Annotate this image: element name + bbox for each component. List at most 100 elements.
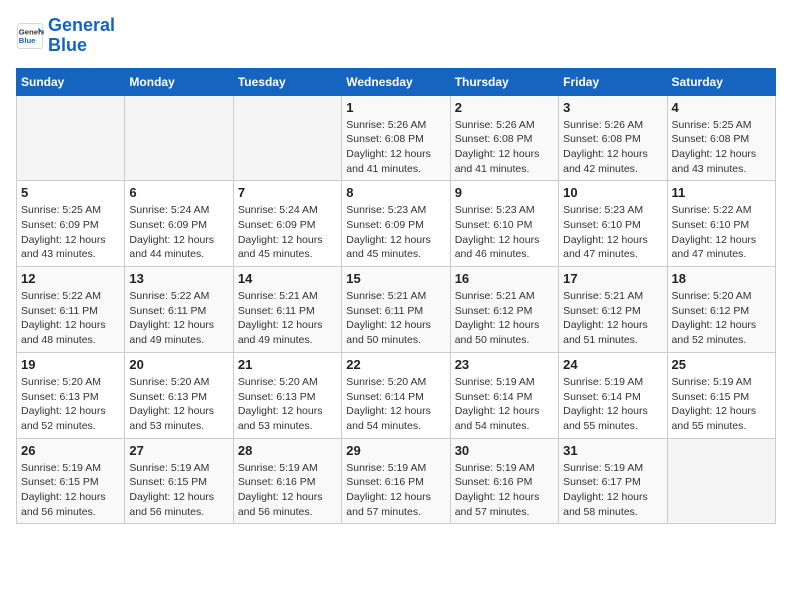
day-info: Sunrise: 5:19 AM Sunset: 6:16 PM Dayligh… <box>238 461 337 520</box>
day-info: Sunrise: 5:23 AM Sunset: 6:10 PM Dayligh… <box>563 203 662 262</box>
day-number: 25 <box>672 357 771 372</box>
day-info: Sunrise: 5:19 AM Sunset: 6:17 PM Dayligh… <box>563 461 662 520</box>
calendar-cell: 4 Sunrise: 5:25 AM Sunset: 6:08 PM Daylig… <box>667 95 775 181</box>
calendar-cell: 15 Sunrise: 5:21 AM Sunset: 6:11 PM Dayli… <box>342 267 450 353</box>
logo-icon: General Blue <box>16 22 44 50</box>
day-number: 2 <box>455 100 554 115</box>
calendar-cell: 12 Sunrise: 5:22 AM Sunset: 6:11 PM Dayli… <box>17 267 125 353</box>
day-info: Sunrise: 5:21 AM Sunset: 6:11 PM Dayligh… <box>346 289 445 348</box>
day-info: Sunrise: 5:26 AM Sunset: 6:08 PM Dayligh… <box>455 118 554 177</box>
day-info: Sunrise: 5:23 AM Sunset: 6:10 PM Dayligh… <box>455 203 554 262</box>
day-info: Sunrise: 5:19 AM Sunset: 6:14 PM Dayligh… <box>563 375 662 434</box>
day-number: 6 <box>129 185 228 200</box>
calendar-cell: 7Sunrise: 5:24 AM Sunset: 6:09 PM Daylig… <box>233 181 341 267</box>
calendar-cell: 23 Sunrise: 5:19 AM Sunset: 6:14 PM Dayli… <box>450 352 558 438</box>
svg-text:General: General <box>19 27 44 36</box>
day-number: 9 <box>455 185 554 200</box>
calendar-cell: 13 Sunrise: 5:22 AM Sunset: 6:11 PM Dayli… <box>125 267 233 353</box>
calendar-cell: 10 Sunrise: 5:23 AM Sunset: 6:10 PM Dayli… <box>559 181 667 267</box>
day-info: Sunrise: 5:20 AM Sunset: 6:13 PM Dayligh… <box>238 375 337 434</box>
calendar-cell: 28 Sunrise: 5:19 AM Sunset: 6:16 PM Dayli… <box>233 438 341 524</box>
calendar-cell: 20Sunrise: 5:20 AM Sunset: 6:13 PM Dayli… <box>125 352 233 438</box>
calendar-cell: 22Sunrise: 5:20 AM Sunset: 6:14 PM Dayli… <box>342 352 450 438</box>
day-number: 22 <box>346 357 445 372</box>
calendar-cell: 5Sunrise: 5:25 AM Sunset: 6:09 PM Daylig… <box>17 181 125 267</box>
calendar-cell <box>667 438 775 524</box>
day-info: Sunrise: 5:22 AM Sunset: 6:11 PM Dayligh… <box>129 289 228 348</box>
calendar-week-row: 12 Sunrise: 5:22 AM Sunset: 6:11 PM Dayli… <box>17 267 776 353</box>
day-info: Sunrise: 5:19 AM Sunset: 6:16 PM Dayligh… <box>455 461 554 520</box>
weekday-header: Sunday <box>17 68 125 95</box>
calendar-week-row: 5Sunrise: 5:25 AM Sunset: 6:09 PM Daylig… <box>17 181 776 267</box>
calendar-cell: 14 Sunrise: 5:21 AM Sunset: 6:11 PM Dayli… <box>233 267 341 353</box>
day-info: Sunrise: 5:21 AM Sunset: 6:12 PM Dayligh… <box>563 289 662 348</box>
weekday-header-row: SundayMondayTuesdayWednesdayThursdayFrid… <box>17 68 776 95</box>
day-number: 5 <box>21 185 120 200</box>
day-info: Sunrise: 5:26 AM Sunset: 6:08 PM Dayligh… <box>346 118 445 177</box>
calendar-cell: 2 Sunrise: 5:26 AM Sunset: 6:08 PM Daylig… <box>450 95 558 181</box>
day-info: Sunrise: 5:20 AM Sunset: 6:13 PM Dayligh… <box>21 375 120 434</box>
calendar-cell: 8Sunrise: 5:23 AM Sunset: 6:09 PM Daylig… <box>342 181 450 267</box>
day-info: Sunrise: 5:24 AM Sunset: 6:09 PM Dayligh… <box>129 203 228 262</box>
calendar-cell: 1 Sunrise: 5:26 AM Sunset: 6:08 PM Daylig… <box>342 95 450 181</box>
day-number: 18 <box>672 271 771 286</box>
calendar-cell: 31 Sunrise: 5:19 AM Sunset: 6:17 PM Dayli… <box>559 438 667 524</box>
day-number: 16 <box>455 271 554 286</box>
calendar-cell: 21 Sunrise: 5:20 AM Sunset: 6:13 PM Dayli… <box>233 352 341 438</box>
day-number: 15 <box>346 271 445 286</box>
day-info: Sunrise: 5:20 AM Sunset: 6:13 PM Dayligh… <box>129 375 228 434</box>
calendar-week-row: 1 Sunrise: 5:26 AM Sunset: 6:08 PM Daylig… <box>17 95 776 181</box>
day-info: Sunrise: 5:25 AM Sunset: 6:08 PM Dayligh… <box>672 118 771 177</box>
day-number: 3 <box>563 100 662 115</box>
day-number: 24 <box>563 357 662 372</box>
day-number: 30 <box>455 443 554 458</box>
day-number: 14 <box>238 271 337 286</box>
calendar-week-row: 26Sunrise: 5:19 AM Sunset: 6:15 PM Dayli… <box>17 438 776 524</box>
calendar-cell: 11Sunrise: 5:22 AM Sunset: 6:10 PM Dayli… <box>667 181 775 267</box>
day-number: 23 <box>455 357 554 372</box>
calendar-cell: 3 Sunrise: 5:26 AM Sunset: 6:08 PM Daylig… <box>559 95 667 181</box>
calendar-cell: 24 Sunrise: 5:19 AM Sunset: 6:14 PM Dayli… <box>559 352 667 438</box>
calendar-cell: 29Sunrise: 5:19 AM Sunset: 6:16 PM Dayli… <box>342 438 450 524</box>
day-number: 21 <box>238 357 337 372</box>
day-info: Sunrise: 5:22 AM Sunset: 6:11 PM Dayligh… <box>21 289 120 348</box>
day-info: Sunrise: 5:19 AM Sunset: 6:15 PM Dayligh… <box>129 461 228 520</box>
day-info: Sunrise: 5:26 AM Sunset: 6:08 PM Dayligh… <box>563 118 662 177</box>
calendar-cell <box>233 95 341 181</box>
calendar-cell: 6 Sunrise: 5:24 AM Sunset: 6:09 PM Daylig… <box>125 181 233 267</box>
day-number: 12 <box>21 271 120 286</box>
day-info: Sunrise: 5:22 AM Sunset: 6:10 PM Dayligh… <box>672 203 771 262</box>
svg-text:Blue: Blue <box>19 36 36 45</box>
day-number: 10 <box>563 185 662 200</box>
page-header: General Blue GeneralBlue <box>16 16 776 56</box>
calendar-cell <box>17 95 125 181</box>
weekday-header: Friday <box>559 68 667 95</box>
day-number: 8 <box>346 185 445 200</box>
calendar-week-row: 19 Sunrise: 5:20 AM Sunset: 6:13 PM Dayli… <box>17 352 776 438</box>
day-info: Sunrise: 5:19 AM Sunset: 6:15 PM Dayligh… <box>21 461 120 520</box>
calendar-cell: 17Sunrise: 5:21 AM Sunset: 6:12 PM Dayli… <box>559 267 667 353</box>
day-number: 13 <box>129 271 228 286</box>
day-number: 31 <box>563 443 662 458</box>
weekday-header: Wednesday <box>342 68 450 95</box>
day-number: 27 <box>129 443 228 458</box>
calendar-cell: 27 Sunrise: 5:19 AM Sunset: 6:15 PM Dayli… <box>125 438 233 524</box>
calendar-cell: 9 Sunrise: 5:23 AM Sunset: 6:10 PM Daylig… <box>450 181 558 267</box>
day-number: 19 <box>21 357 120 372</box>
day-info: Sunrise: 5:19 AM Sunset: 6:14 PM Dayligh… <box>455 375 554 434</box>
day-number: 4 <box>672 100 771 115</box>
day-info: Sunrise: 5:21 AM Sunset: 6:11 PM Dayligh… <box>238 289 337 348</box>
day-info: Sunrise: 5:24 AM Sunset: 6:09 PM Dayligh… <box>238 203 337 262</box>
weekday-header: Thursday <box>450 68 558 95</box>
logo: General Blue GeneralBlue <box>16 16 115 56</box>
weekday-header: Tuesday <box>233 68 341 95</box>
day-info: Sunrise: 5:19 AM Sunset: 6:15 PM Dayligh… <box>672 375 771 434</box>
weekday-header: Monday <box>125 68 233 95</box>
calendar-cell: 25 Sunrise: 5:19 AM Sunset: 6:15 PM Dayli… <box>667 352 775 438</box>
day-number: 1 <box>346 100 445 115</box>
day-number: 28 <box>238 443 337 458</box>
day-number: 29 <box>346 443 445 458</box>
calendar-cell: 19 Sunrise: 5:20 AM Sunset: 6:13 PM Dayli… <box>17 352 125 438</box>
calendar-cell: 18 Sunrise: 5:20 AM Sunset: 6:12 PM Dayli… <box>667 267 775 353</box>
day-info: Sunrise: 5:20 AM Sunset: 6:12 PM Dayligh… <box>672 289 771 348</box>
